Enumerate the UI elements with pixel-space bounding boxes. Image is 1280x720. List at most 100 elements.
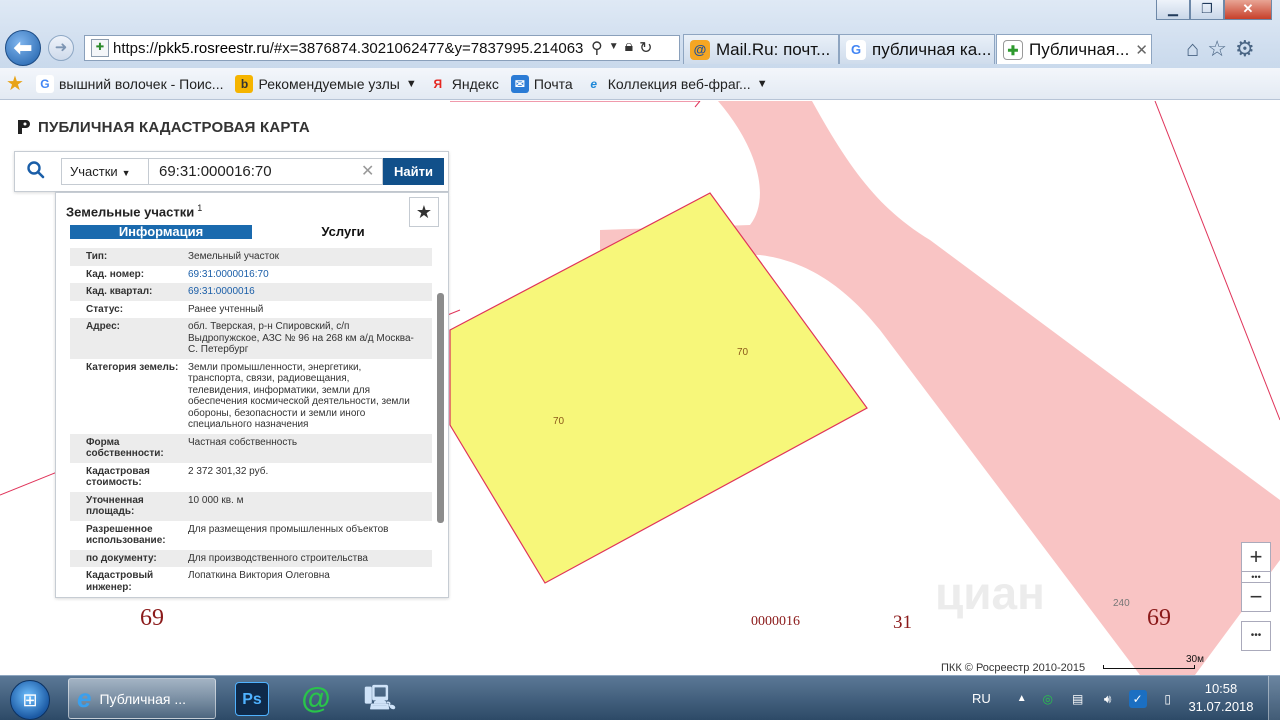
search-type-select[interactable]: Участки ▼	[61, 158, 149, 185]
detail-row: по документу: Для производственного строи…	[70, 549, 432, 567]
taskbar-mail-agent[interactable]: @	[290, 678, 342, 719]
detail-key: Статус:	[86, 303, 124, 315]
minimize-button[interactable]: ▁	[1156, 0, 1190, 20]
back-button[interactable]: ⬅	[5, 30, 41, 66]
fav-item-mail[interactable]: ✉ Почта	[510, 74, 573, 93]
tab-mailru[interactable]: @ Mail.Ru: почт...	[683, 34, 839, 64]
update-icon[interactable]: ✓	[1128, 689, 1147, 708]
detail-row: Кадастровая стоимость: 2 372 301,32 руб.	[70, 463, 432, 492]
zoom-slider[interactable]: •••	[1241, 572, 1271, 582]
fav-item-yandex[interactable]: Я Яндекс	[429, 75, 498, 93]
search-panel: Участки▼ ✕ Найти	[14, 151, 449, 192]
search-icon[interactable]	[27, 161, 45, 179]
show-hidden-icons-icon[interactable]: ▲	[1017, 693, 1027, 704]
dropdown-icon[interactable]: ▼	[609, 38, 619, 58]
detail-row: Тип: Земельный участок	[70, 248, 432, 266]
detail-key: Кадастровая стоимость:	[86, 465, 150, 489]
detail-value: Земли промышленности, энергетики, трансп…	[188, 361, 410, 431]
detail-key: Кадастровый инженер:	[86, 570, 154, 593]
tab-services[interactable]: Услуги	[252, 225, 432, 239]
start-button[interactable]: ⊞	[10, 680, 50, 720]
detail-key: Уточненная площадь:	[86, 494, 144, 518]
taskbar-ie-window[interactable]: e Публичная ...	[68, 678, 216, 719]
detail-value[interactable]: 69:31:0000016:70	[188, 269, 414, 281]
detail-key: Кад. квартал:	[86, 286, 153, 297]
detail-row: Статус: Ранее учтенный	[70, 301, 432, 319]
rosreestr-icon: ✚	[1003, 39, 1023, 60]
scale-label: 30м	[1186, 654, 1204, 665]
lock-icon[interactable]: 🔒︎	[625, 38, 634, 58]
site-title: ПУБЛИЧНАЯ КАДАСТРОВАЯ КАРТА	[16, 118, 310, 136]
close-button[interactable]: ✕	[1224, 0, 1272, 20]
show-desktop-button[interactable]	[1268, 676, 1280, 720]
rosreestr-logo-icon	[18, 120, 30, 134]
favorite-star-button[interactable]: ★	[409, 197, 439, 227]
detail-value[interactable]: 69:31:0000016	[188, 286, 414, 298]
boundary-line	[1154, 101, 1280, 421]
forward-button[interactable]: ➜	[48, 35, 74, 61]
close-tab-icon[interactable]: ✕	[1135, 41, 1148, 59]
refresh-icon[interactable]: ↻	[639, 38, 652, 58]
detail-row: Кадастровый инженер: Лопаткина Виктория О…	[70, 567, 432, 596]
detail-row: Кад. номер: 69:31:0000016:70	[70, 266, 432, 284]
caret-down-icon[interactable]: ▼	[406, 78, 417, 90]
fav-item-webslices[interactable]: e Коллекция веб-фраг... ▼	[585, 75, 768, 93]
google-icon: G	[846, 39, 866, 60]
more-tools-button[interactable]: •••	[1241, 621, 1271, 651]
favorites-add-icon[interactable]: ★	[6, 71, 24, 96]
language-indicator[interactable]: RU	[972, 691, 991, 706]
panel-title-text: Земельные участки	[66, 204, 195, 220]
detail-row: Уточненная площадь: 10 000 кв. м	[70, 491, 432, 521]
parcel-details: Тип: Земельный участок Кад. номер: 69:31:00…	[70, 248, 432, 596]
detail-key: Тип:	[86, 251, 108, 262]
maximize-button[interactable]: ❐	[1190, 0, 1224, 20]
address-bar[interactable]: ✚ https://pkk5.rosreestr.ru/#x=3876874.3…	[84, 35, 680, 61]
arrow-right-icon: ➜	[54, 39, 68, 56]
favorites-bar: ★ G вышний волочек - Поис... b Рекоменду…	[0, 68, 1280, 100]
fav-item-google-search[interactable]: G вышний волочек - Поис...	[35, 74, 223, 93]
detail-key: Форма собственности:	[86, 436, 164, 460]
url-path: /#x=3876874.3021062477&y=7837995.2140633…	[269, 39, 583, 57]
volume-icon[interactable]: 🔊︎	[1099, 690, 1117, 708]
page-icon: ✚	[91, 39, 109, 57]
google-icon: G	[35, 74, 54, 93]
home-icon[interactable]: ⌂	[1186, 36, 1199, 62]
device-icon[interactable]: ▯	[1159, 690, 1177, 708]
fav-label: Рекомендуемые узлы	[258, 75, 400, 92]
taskbar-network[interactable]: 🖳︎	[354, 678, 406, 719]
search-input[interactable]	[149, 158, 383, 185]
address-url[interactable]: https://pkk5.rosreestr.ru/#x=3876874.302…	[113, 40, 583, 57]
window-controls: ▁ ❐ ✕	[1156, 0, 1272, 20]
caret-down-icon[interactable]: ▼	[757, 78, 768, 90]
zoom-in-button[interactable]: +	[1241, 542, 1271, 572]
panel-scrollbar[interactable]	[437, 293, 444, 523]
fav-item-recommended[interactable]: b Рекомендуемые узлы ▼	[235, 74, 417, 93]
detail-value: 2 372 301,32 руб.	[188, 465, 269, 477]
tab-google[interactable]: G публичная ка...	[839, 34, 995, 64]
search-button[interactable]: Найти	[383, 158, 444, 185]
zoom-out-button[interactable]: −	[1241, 582, 1271, 612]
mail-agent-tray-icon[interactable]: ◎	[1039, 690, 1057, 708]
tab-information[interactable]: Информация	[70, 225, 252, 239]
network-icon[interactable]: ▤	[1069, 690, 1087, 708]
url-host: pkk5.rosreestr.ru	[158, 39, 270, 57]
url-scheme: https://	[113, 39, 159, 57]
settings-gear-icon[interactable]: ⚙	[1235, 36, 1255, 62]
clear-search-icon[interactable]: ✕	[361, 161, 374, 181]
taskbar-ie-label: Публичная ...	[99, 690, 187, 707]
browser-toolbar: ▁ ❐ ✕ ⬅ ➜ ✚ https://pkk5.rosreestr.ru/#x…	[0, 0, 1280, 68]
detail-row: Форма собственности: Частная собственност…	[70, 433, 432, 463]
taskbar-photoshop[interactable]: Ps	[226, 678, 278, 719]
tab-rosreestr[interactable]: ✚ Публичная... ✕	[996, 34, 1152, 64]
clock[interactable]: 10:58 31.07.2018	[1186, 680, 1256, 716]
tab-label: Mail.Ru: почт...	[716, 39, 831, 59]
mailru-icon: @	[690, 39, 710, 60]
search-icon[interactable]: ⚲	[591, 38, 603, 58]
detail-value: Для производственного строительства	[188, 552, 368, 564]
detail-row: Разрешенное использование: Для размещения…	[70, 521, 432, 550]
star-icon: ★	[415, 202, 433, 222]
scale-bar	[1103, 665, 1195, 669]
panel-tabs: Информация Услуги	[70, 225, 432, 247]
favorites-star-icon[interactable]: ☆	[1207, 36, 1227, 62]
clock-date: 31.07.2018	[1188, 699, 1254, 714]
